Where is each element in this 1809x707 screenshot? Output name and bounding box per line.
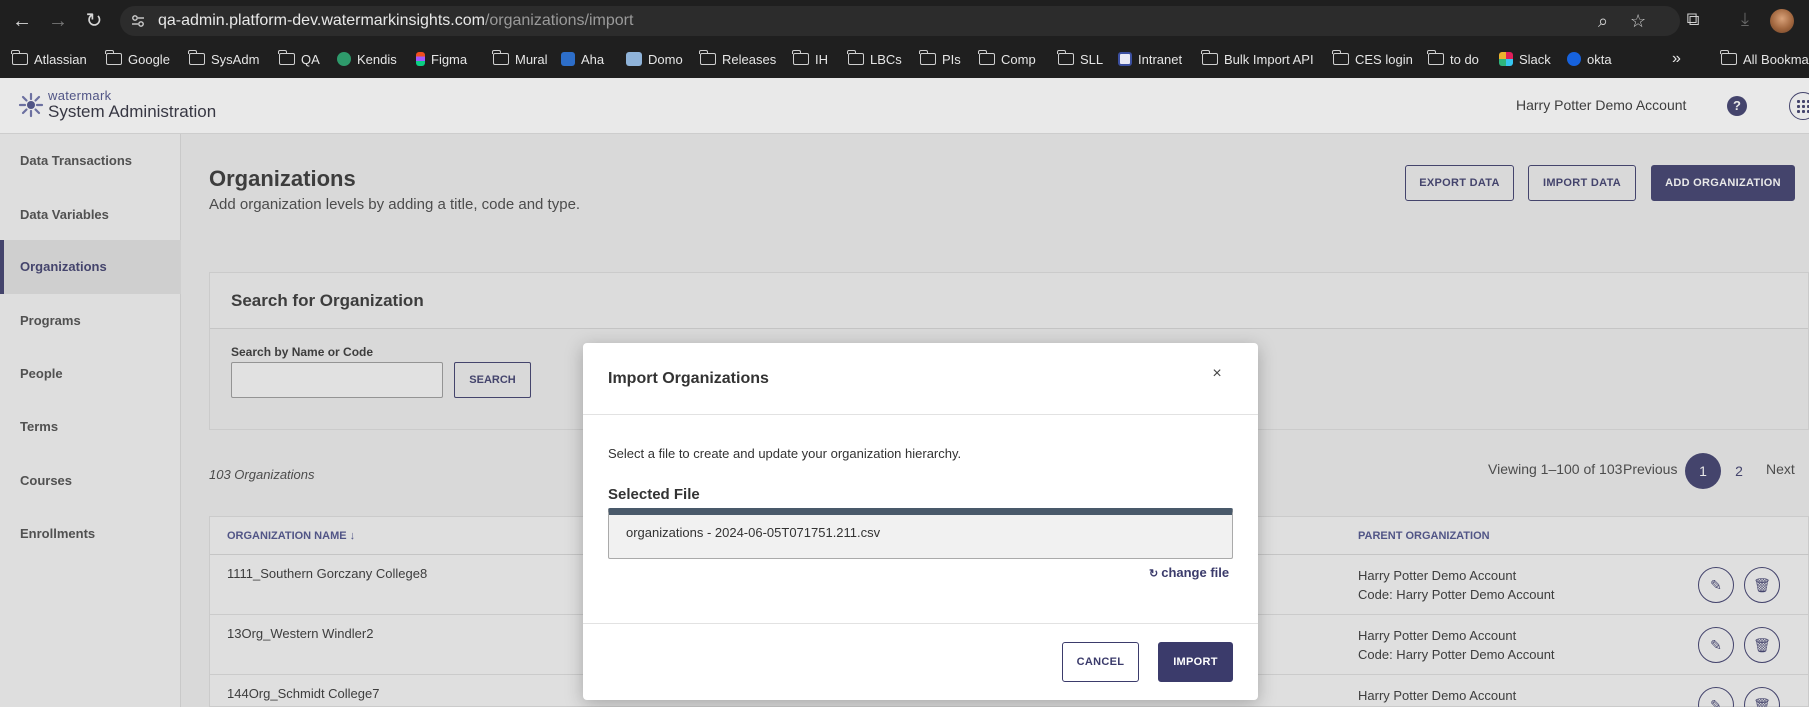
- browser-chrome: ← → ↻ qa-admin.platform-dev.watermarkins…: [0, 0, 1809, 78]
- bookmark-domo[interactable]: Domo: [626, 49, 683, 69]
- bookmark-google[interactable]: Google: [105, 49, 170, 69]
- intranet-icon: [1118, 52, 1132, 66]
- bookmark-ih[interactable]: IH: [792, 49, 828, 69]
- reload-icon[interactable]: ↻: [82, 10, 106, 32]
- folder-icon: [1332, 50, 1349, 65]
- selected-file-name: organizations - 2024-06-05T071751.211.cs…: [626, 525, 881, 540]
- bookmark-comp[interactable]: Comp: [978, 49, 1036, 69]
- bookmark-label: IH: [815, 51, 828, 67]
- bookmarks-overflow-icon[interactable]: »: [1672, 49, 1681, 69]
- selected-file-label: Selected File: [608, 486, 700, 503]
- bookmark-label: QA: [301, 51, 320, 67]
- url-text[interactable]: qa-admin.platform-dev.watermarkinsights.…: [158, 12, 633, 30]
- cancel-button[interactable]: CANCEL: [1062, 642, 1139, 682]
- download-icon[interactable]: ⤓: [1734, 9, 1756, 31]
- bookmark-label: Slack: [1519, 51, 1551, 67]
- bookmark-label: to do: [1450, 51, 1479, 67]
- refresh-icon: ↻: [1149, 568, 1159, 580]
- okta-icon: [1567, 52, 1581, 66]
- aha-icon: [561, 52, 575, 66]
- kendis-icon: [337, 52, 351, 66]
- address-row: ← → ↻ qa-admin.platform-dev.watermarkins…: [0, 0, 1809, 42]
- folder-icon: [1057, 50, 1074, 65]
- url-host: qa-admin.platform-dev.watermarkinsights.…: [158, 12, 485, 29]
- domo-icon: [626, 52, 642, 66]
- bookmark-intranet[interactable]: Intranet: [1118, 49, 1182, 69]
- selected-file-box: organizations - 2024-06-05T071751.211.cs…: [608, 508, 1233, 559]
- bookmark-pis[interactable]: PIs: [919, 49, 961, 69]
- bookmark-atlassian[interactable]: Atlassian: [11, 49, 87, 69]
- folder-icon: [492, 50, 509, 65]
- dialog-description: Select a file to create and update your …: [608, 446, 962, 461]
- bookmark-figma[interactable]: Figma: [416, 49, 467, 69]
- bookmark-aha[interactable]: Aha: [561, 49, 604, 69]
- bookmark-label: Kendis: [357, 51, 397, 67]
- zoom-icon[interactable]: ⌕: [1598, 11, 1608, 32]
- folder-icon: [1201, 50, 1218, 65]
- folder-icon: [792, 50, 809, 65]
- folder-icon: [188, 50, 205, 65]
- bookmark-label: Figma: [431, 51, 468, 67]
- extensions-icon[interactable]: ⧉: [1682, 9, 1704, 31]
- bookmark-label: Domo: [648, 51, 683, 67]
- bookmark-label: Aha: [581, 51, 605, 67]
- folder-icon: [919, 50, 936, 65]
- profile-avatar[interactable]: [1770, 9, 1794, 33]
- folder-icon: [11, 50, 28, 65]
- bookmark-qa[interactable]: QA: [278, 49, 320, 69]
- bookmark-label: Mural: [515, 51, 548, 67]
- bookmark-sysadm[interactable]: SysAdm: [188, 49, 260, 69]
- bookmark-ces-login[interactable]: CES login: [1332, 49, 1413, 69]
- bookmark-label: All Bookmarks: [1743, 51, 1809, 67]
- bookmark-to-do[interactable]: to do: [1427, 49, 1479, 69]
- change-file-label: change file: [1161, 565, 1230, 580]
- bookmark-releases[interactable]: Releases: [699, 49, 777, 69]
- figma-icon: [416, 52, 425, 66]
- bookmark-label: Intranet: [1138, 51, 1183, 67]
- bookmark-label: Comp: [1001, 51, 1036, 67]
- folder-icon: [1427, 50, 1444, 65]
- bookmark-label: Atlassian: [34, 51, 87, 67]
- bookmark-label: Google: [128, 51, 170, 67]
- star-icon[interactable]: ☆: [1630, 11, 1646, 32]
- dialog-title: Import Organizations: [608, 370, 769, 387]
- bookmark-label: LBCs: [870, 51, 902, 67]
- divider: [583, 623, 1258, 624]
- bookmark-slack[interactable]: Slack: [1499, 49, 1551, 69]
- all-bookmarks[interactable]: All Bookmarks: [1720, 49, 1809, 69]
- folder-icon: [847, 50, 864, 65]
- close-icon[interactable]: ×: [1208, 365, 1226, 383]
- bookmark-label: SLL: [1080, 51, 1104, 67]
- bookmark-okta[interactable]: okta: [1567, 49, 1612, 69]
- bookmarks-bar: Atlassian Google SysAdm QA Kendis Figma …: [0, 44, 1809, 74]
- folder-icon: [699, 50, 716, 65]
- url-path: /organizations/import: [484, 12, 634, 29]
- import-organizations-dialog: Import Organizations × Select a file to …: [583, 343, 1258, 700]
- bookmark-kendis[interactable]: Kendis: [337, 49, 397, 69]
- folder-icon: [278, 50, 295, 65]
- folder-icon: [105, 50, 122, 65]
- bookmark-bulk-import-api[interactable]: Bulk Import API: [1201, 49, 1314, 69]
- overflow-label: »: [1672, 50, 1681, 67]
- bookmark-label: okta: [1587, 51, 1612, 67]
- bookmark-label: PIs: [942, 51, 961, 67]
- change-file-link[interactable]: ↻ change file: [1149, 565, 1229, 580]
- folder-icon: [1720, 50, 1737, 65]
- folder-icon: [978, 50, 995, 65]
- bookmark-label: Releases: [722, 51, 777, 67]
- bookmark-label: SysAdm: [211, 51, 260, 67]
- bookmark-lbcs[interactable]: LBCs: [847, 49, 902, 69]
- forward-icon[interactable]: →: [46, 10, 70, 32]
- import-button[interactable]: IMPORT: [1158, 642, 1233, 682]
- address-bar[interactable]: qa-admin.platform-dev.watermarkinsights.…: [120, 6, 1680, 36]
- bookmark-label: CES login: [1355, 51, 1413, 67]
- divider: [583, 414, 1258, 415]
- slack-icon: [1499, 52, 1513, 66]
- bookmark-sll[interactable]: SLL: [1057, 49, 1104, 69]
- site-info-icon[interactable]: [130, 13, 146, 29]
- bookmark-label: Bulk Import API: [1224, 51, 1314, 67]
- back-icon[interactable]: ←: [10, 10, 34, 32]
- bookmark-mural[interactable]: Mural: [492, 49, 548, 69]
